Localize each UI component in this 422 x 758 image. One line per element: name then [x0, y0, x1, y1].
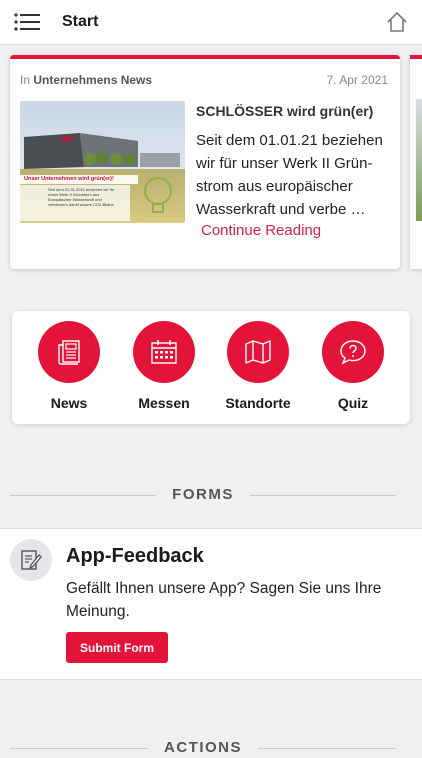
submit-form-button[interactable]: Submit Form	[66, 632, 168, 663]
feedback-description: Gefällt Ihnen unsere App? Sagen Sie uns …	[66, 580, 382, 620]
news-headline[interactable]: SCHLÖSSER wird grün(er)	[196, 103, 373, 119]
news-excerpt: Seit dem 01.01.21 beziehen wir für unser…	[196, 132, 383, 218]
next-card-image	[416, 99, 422, 221]
quick-link-news[interactable]: News	[24, 321, 114, 411]
continue-reading-link[interactable]: Continue Reading	[201, 222, 321, 239]
quiz-circle	[322, 321, 384, 383]
quick-link-quiz[interactable]: Quiz	[308, 321, 398, 411]
news-category: In Unternehmens News	[20, 73, 152, 87]
news-thumbnail[interactable]: Unser Unternehmen wird grün(er)! Seit de…	[20, 101, 185, 223]
messen-circle	[133, 321, 195, 383]
section-label: FORMS	[10, 486, 396, 503]
home-icon[interactable]	[386, 11, 408, 33]
quick-link-messen[interactable]: Messen	[119, 321, 209, 411]
menu-icon[interactable]	[14, 13, 40, 31]
next-news-card-peek[interactable]	[410, 55, 422, 269]
news-circle	[38, 321, 100, 383]
quick-links-panel: News Messen Standorte Quiz	[12, 311, 410, 424]
category-name[interactable]: Unternehmens News	[33, 73, 152, 87]
feedback-title: App-Feedback	[66, 545, 204, 567]
quick-link-label: Messen	[138, 395, 190, 411]
map-icon	[245, 340, 271, 364]
top-bar: Start	[0, 0, 422, 45]
news-date: 7. Apr 2021	[326, 73, 388, 87]
calendar-icon	[151, 340, 177, 364]
news-card[interactable]: In Unternehmens News 7. Apr 2021 Unser U…	[10, 55, 400, 269]
feedback-form-card: App-Feedback Gefällt Ihnen unsere App? S…	[0, 528, 422, 680]
section-label: ACTIONS	[10, 739, 396, 756]
section-label-text: FORMS	[156, 486, 250, 503]
quick-link-standorte[interactable]: Standorte	[213, 321, 303, 411]
quick-link-label: News	[50, 395, 88, 411]
standorte-circle	[227, 321, 289, 383]
caption-line: verbessern damit unsere CO2-Bilanz.	[48, 202, 115, 207]
page-title: Start	[62, 13, 99, 30]
actions-section-header: ACTIONS	[10, 738, 396, 758]
quick-link-label: Quiz	[337, 395, 369, 411]
thumbnail-banner: Unser Unternehmen wird grün(er)!	[24, 176, 114, 182]
thumbnail-caption: Seit dem 01.01.2021 beziehen wir für uns…	[48, 187, 115, 207]
quick-link-label: Standorte	[225, 395, 291, 411]
category-prefix: In	[20, 73, 31, 87]
section-label-text: ACTIONS	[148, 739, 258, 756]
newspaper-icon	[58, 340, 80, 365]
feedback-icon-badge	[10, 539, 52, 581]
question-bubble-icon	[340, 340, 366, 365]
edit-form-icon	[21, 550, 42, 570]
forms-section-header: FORMS	[10, 485, 396, 505]
